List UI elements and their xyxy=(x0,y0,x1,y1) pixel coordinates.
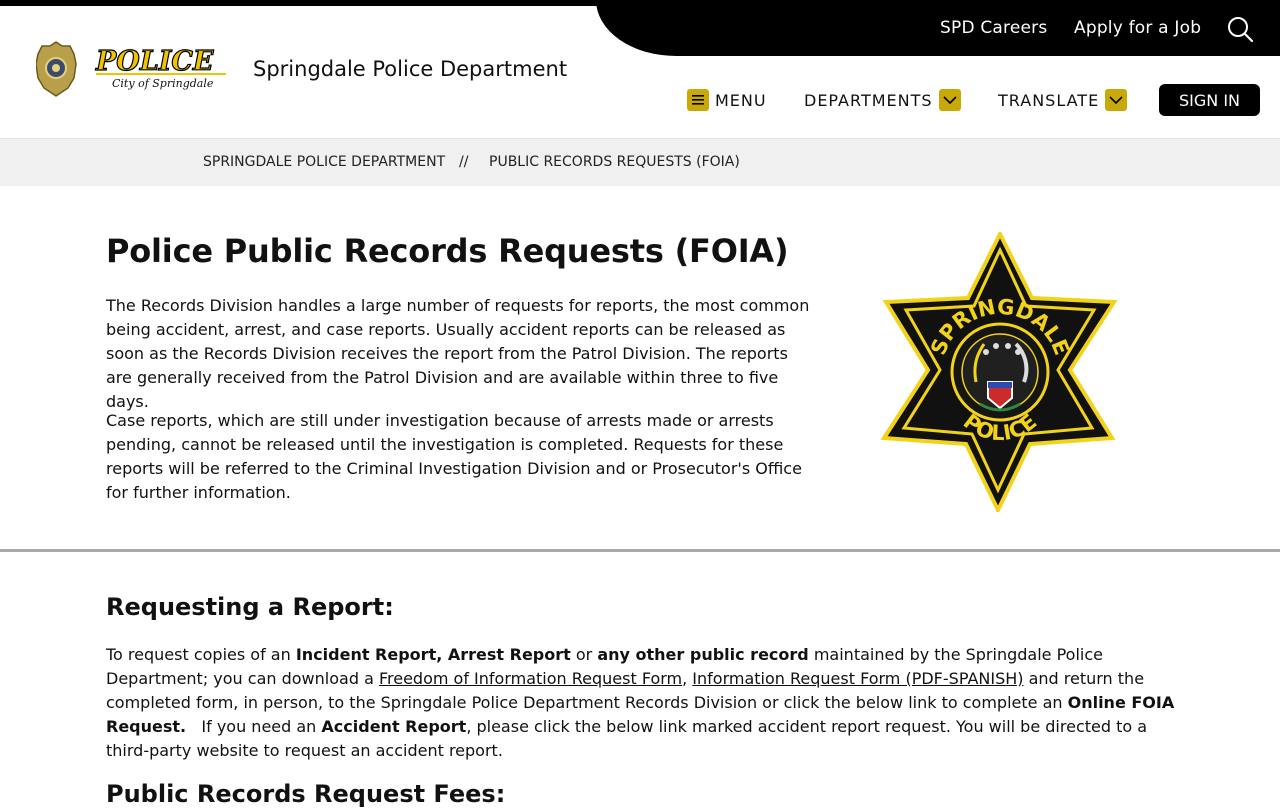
accident-report-bold: Accident Report xyxy=(321,717,467,736)
spd-careers-link[interactable]: SPD Careers xyxy=(940,18,1047,38)
records-intro-paragraph: The Records Division handles a large num… xyxy=(106,296,810,411)
menu-button[interactable]: MENU xyxy=(687,89,767,111)
text-span: To request copies of an xyxy=(106,645,296,664)
translate-label: TRANSLATE xyxy=(998,90,1100,110)
hamburger-icon xyxy=(687,89,709,111)
text-span: , xyxy=(682,669,693,688)
requesting-report-heading: Requesting a Report: xyxy=(106,593,394,621)
other-public-record-bold: any other public record xyxy=(597,645,809,664)
text-span: or xyxy=(570,645,598,664)
translate-dropdown[interactable]: TRANSLATE xyxy=(998,89,1128,111)
departments-dropdown[interactable]: DEPARTMENTS xyxy=(804,89,961,111)
breadcrumb-current: PUBLIC RECORDS REQUESTS (FOIA) xyxy=(489,154,740,170)
logo-subtitle: City of Springdale xyxy=(112,77,214,90)
case-reports-paragraph: Case reports, which are still under inve… xyxy=(106,411,802,502)
breadcrumb-separator: // xyxy=(459,154,469,170)
apply-for-job-link[interactable]: Apply for a Job xyxy=(1074,18,1201,38)
incident-arrest-report-bold: Incident Report, Arrest Report xyxy=(295,645,571,664)
spanish-request-form-link[interactable]: Information Request Form (PDF-SPANISH) xyxy=(692,669,1023,688)
police-badge-icon xyxy=(35,41,77,97)
site-title[interactable]: Springdale Police Department xyxy=(253,57,567,81)
chevron-down-icon xyxy=(938,89,961,111)
departments-label: DEPARTMENTS xyxy=(804,90,933,110)
logo-word: POLICE xyxy=(95,46,214,77)
section-divider xyxy=(0,549,1280,552)
sign-in-button[interactable]: SIGN IN xyxy=(1159,84,1260,116)
requesting-report-paragraph: To request copies of an Incident Report,… xyxy=(106,643,1181,763)
breadcrumb-home-link[interactable]: SPRINGDALE POLICE DEPARTMENT xyxy=(203,154,445,170)
breadcrumb: SPRINGDALE POLICE DEPARTMENT // PUBLIC R… xyxy=(0,138,1280,186)
police-patch-image: SPRINGDALE POLICE xyxy=(880,229,1120,515)
chevron-down-icon xyxy=(1105,89,1128,111)
site-logo[interactable]: POLICE City of Springdale xyxy=(35,40,236,97)
text-span: If you need an xyxy=(186,717,322,736)
star-badge-icon: SPRINGDALE POLICE xyxy=(880,229,1118,515)
search-button[interactable] xyxy=(1225,14,1255,44)
fees-heading: Public Records Request Fees: xyxy=(106,780,506,808)
foi-request-form-link[interactable]: Freedom of Information Request Form xyxy=(379,669,682,688)
search-icon xyxy=(1228,17,1254,43)
page-title: Police Public Records Requests (FOIA) xyxy=(106,232,789,270)
menu-label: MENU xyxy=(715,90,767,110)
